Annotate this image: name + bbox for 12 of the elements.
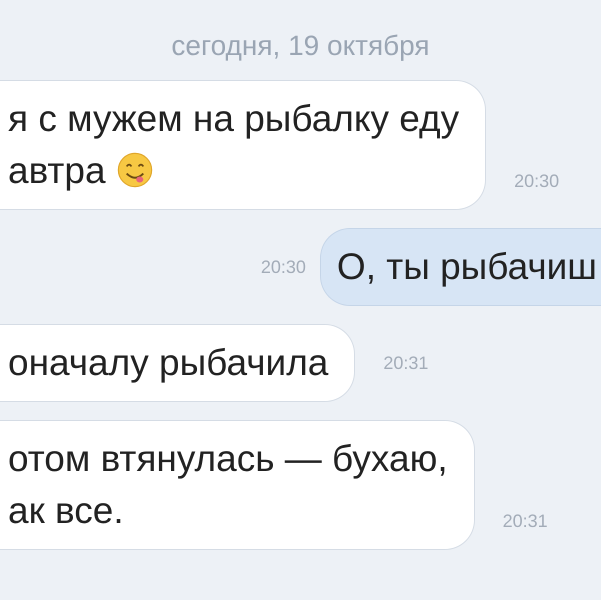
message-text: я с мужем на рыбалку еду: [8, 97, 460, 141]
message-text: автра: [8, 145, 460, 197]
smiley-icon: [116, 151, 154, 189]
message-text: О, ты рыбачиш: [336, 245, 597, 289]
message-text: оначалу рыбачила: [8, 341, 328, 385]
message-time: 20:30: [514, 171, 560, 193]
message-text: ак все.: [8, 489, 125, 533]
message-time: 20:30: [260, 256, 306, 278]
message-time: 20:31: [502, 511, 548, 533]
message-time: 20:31: [383, 352, 428, 374]
date-header: сегодня, 19 октября: [171, 30, 430, 62]
message-text: отом втянулась — бухаю,: [8, 437, 448, 481]
